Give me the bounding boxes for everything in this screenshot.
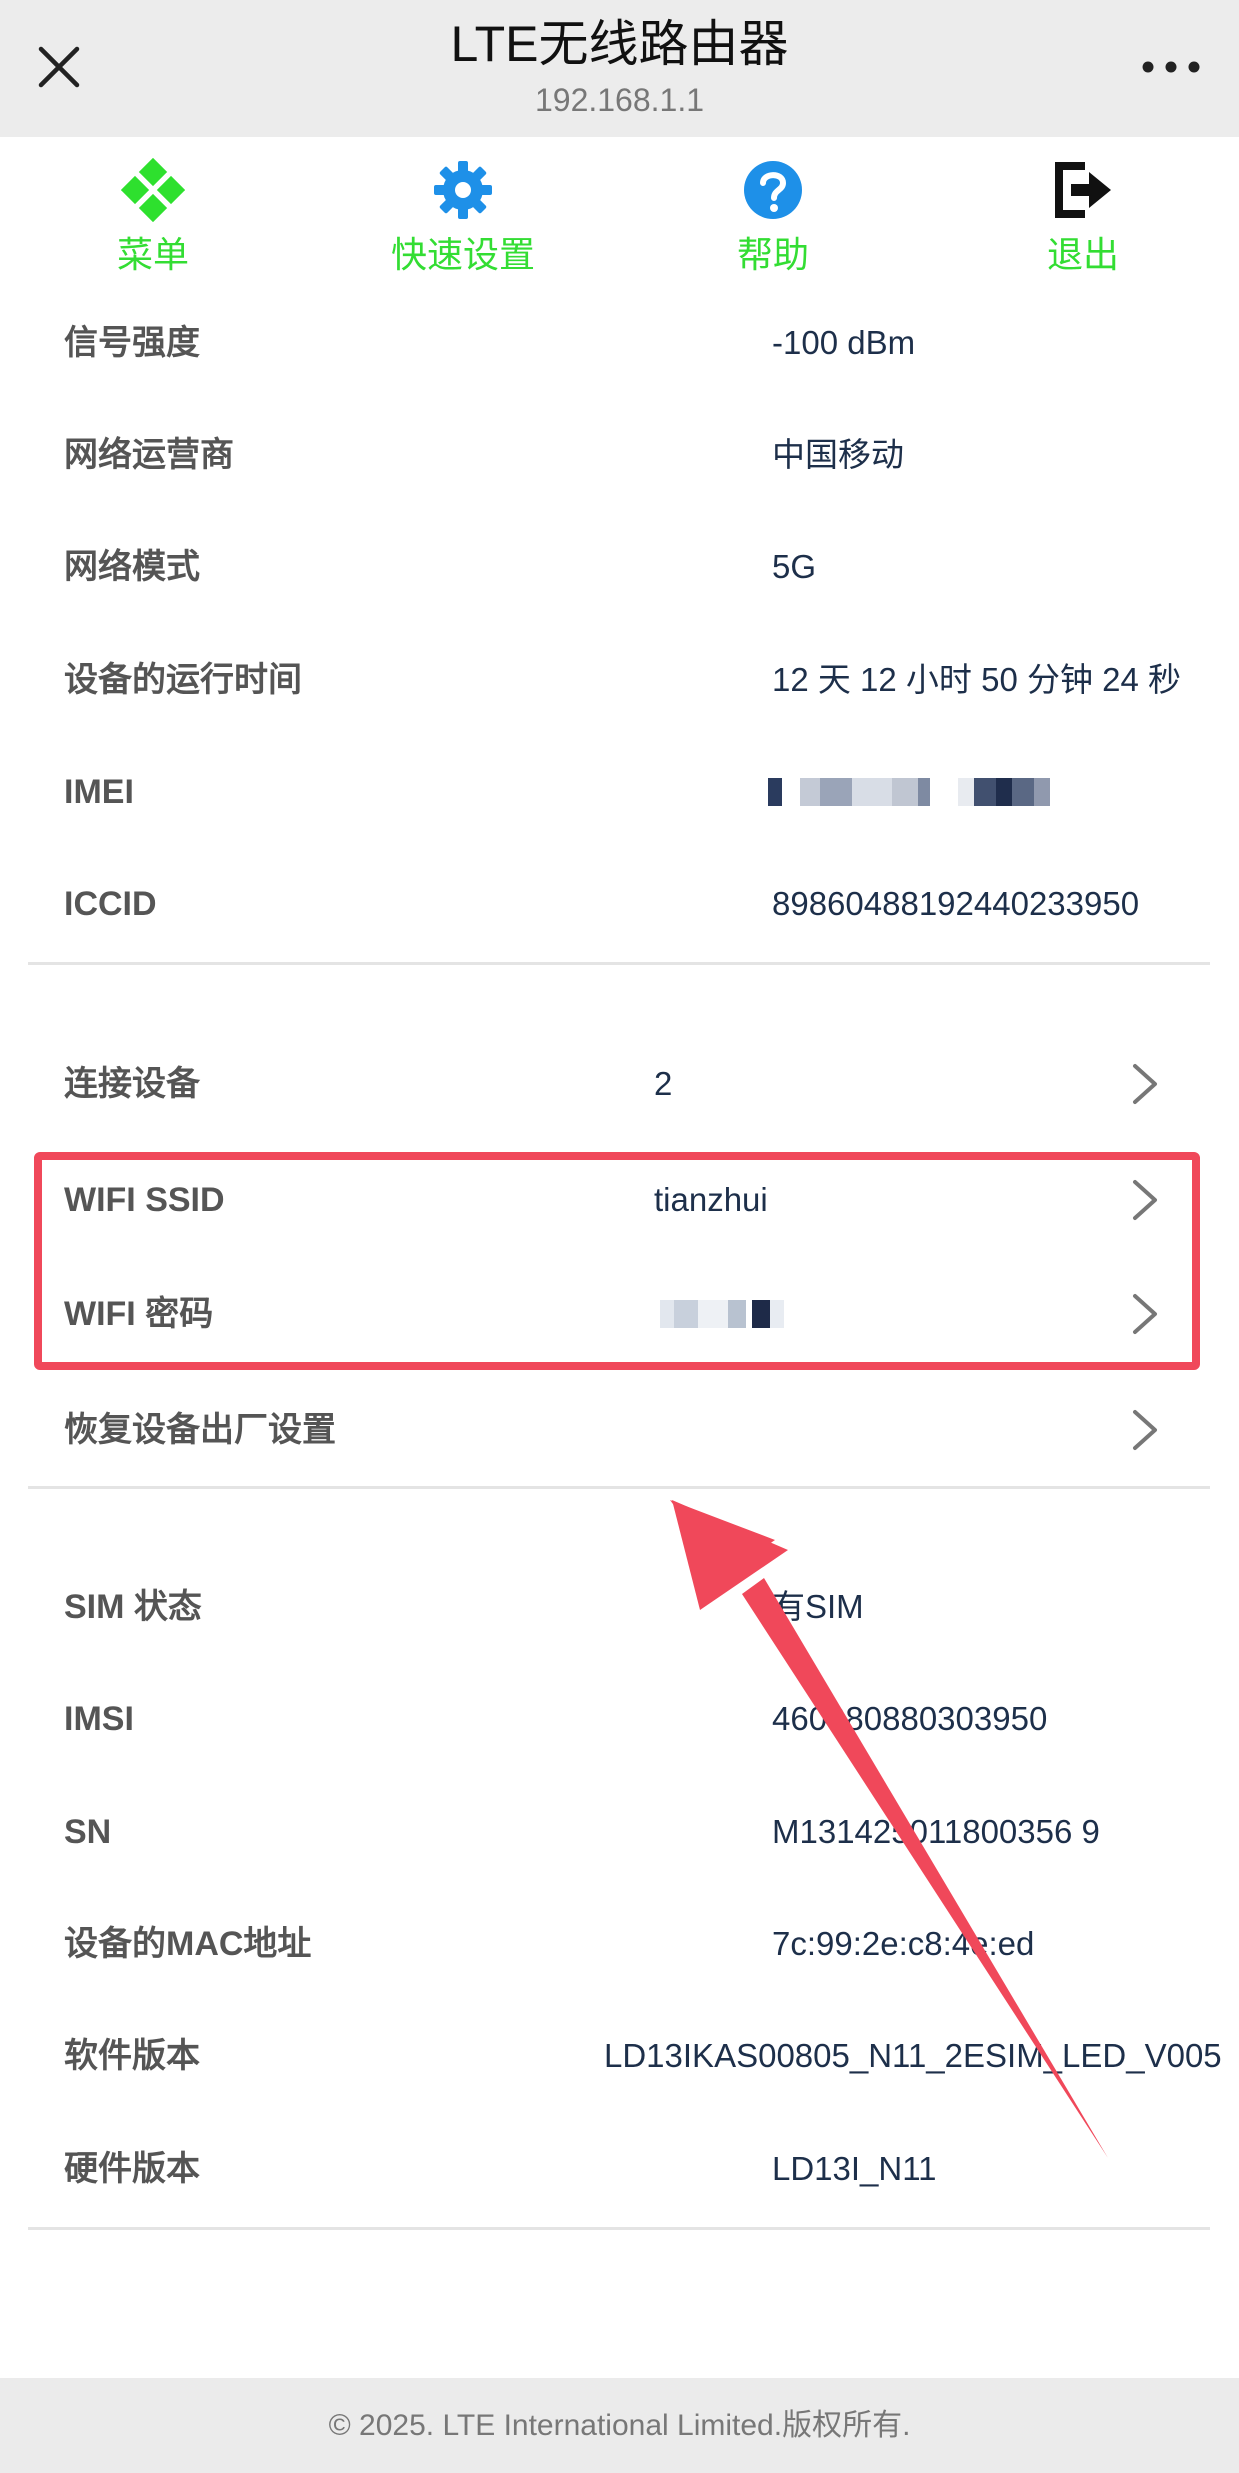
chevron-right-icon bbox=[1133, 1410, 1157, 1450]
imei-row: IMEI bbox=[0, 736, 1239, 848]
signal-label: 信号强度 bbox=[64, 324, 200, 362]
nav-logout-label: 退出 bbox=[1046, 234, 1119, 275]
nav-menu-label: 菜单 bbox=[116, 234, 189, 275]
imei-label: IMEI bbox=[64, 773, 134, 811]
section-divider bbox=[28, 1486, 1210, 1489]
nav-quick-setup-button[interactable]: 快速设置 bbox=[363, 155, 563, 277]
sim-status-value: 有SIM bbox=[772, 1588, 864, 1625]
connected-devices-row[interactable]: 连接设备 2 bbox=[0, 1028, 1239, 1140]
mac-label: 设备的MAC地址 bbox=[64, 1925, 312, 1963]
page-title: LTE无线路由器 bbox=[450, 16, 789, 72]
connected-devices-label: 连接设备 bbox=[64, 1065, 200, 1103]
nav-logout-button[interactable]: 退出 bbox=[983, 155, 1183, 277]
factory-reset-label: 恢复设备出厂设置 bbox=[64, 1411, 336, 1449]
operator-label: 网络运营商 bbox=[64, 436, 234, 474]
sim-status-row: SIM 状态 有SIM bbox=[0, 1551, 1239, 1663]
section-divider bbox=[28, 2227, 1210, 2230]
top-bar: LTE无线路由器 192.168.1.1 bbox=[0, 0, 1239, 137]
software-version-label: 软件版本 bbox=[64, 2037, 200, 2075]
page-url: 192.168.1.1 bbox=[534, 82, 705, 118]
sn-row: SN M131425011800356 9 bbox=[0, 1776, 1239, 1888]
chevron-right-icon bbox=[1133, 1064, 1157, 1104]
logout-icon bbox=[983, 155, 1183, 225]
uptime-label: 设备的运行时间 bbox=[64, 661, 302, 699]
mac-row: 设备的MAC地址 7c:99:2e:c8:4e:ed bbox=[0, 1888, 1239, 2000]
highlight-box bbox=[34, 1152, 1200, 1370]
operator-row: 网络运营商 中国移动 bbox=[0, 399, 1239, 511]
imsi-row: IMSI 460080880303950 bbox=[0, 1663, 1239, 1775]
uptime-value: 12 天 12 小时 50 分钟 24 秒 bbox=[772, 661, 1182, 698]
imsi-label: IMSI bbox=[64, 1700, 134, 1738]
help-icon bbox=[673, 155, 873, 225]
software-version-value: LD13IKAS00805_N11_2ESIM_LED_V005 bbox=[604, 2037, 1222, 2074]
nav-bar: 菜单 快速设置 帮助 退出 bbox=[0, 137, 1239, 287]
signal-value: -100 dBm bbox=[772, 324, 916, 361]
signal-row: 信号强度 -100 dBm bbox=[0, 287, 1239, 399]
nav-help-label: 帮助 bbox=[736, 234, 809, 275]
sn-label: SN bbox=[64, 1813, 112, 1851]
mac-value: 7c:99:2e:c8:4e:ed bbox=[772, 1925, 1035, 1962]
sn-value: M131425011800356 9 bbox=[772, 1813, 1100, 1850]
network-mode-label: 网络模式 bbox=[64, 548, 200, 586]
section-divider bbox=[28, 962, 1210, 965]
copyright-text: © 2025. LTE International Limited.版权所有. bbox=[328, 2409, 911, 2442]
software-version-row: 软件版本 LD13IKAS00805_N11_2ESIM_LED_V005 bbox=[0, 2000, 1239, 2112]
hardware-version-value: LD13I_N11 bbox=[772, 2150, 937, 2187]
nav-menu-button[interactable]: 菜单 bbox=[53, 155, 253, 277]
hardware-version-label: 硬件版本 bbox=[64, 2150, 200, 2188]
nav-quick-setup-label: 快速设置 bbox=[390, 234, 535, 275]
iccid-label: ICCID bbox=[64, 885, 157, 923]
factory-reset-row[interactable]: 恢复设备出厂设置 bbox=[0, 1374, 1239, 1486]
uptime-row: 设备的运行时间 12 天 12 小时 50 分钟 24 秒 bbox=[0, 624, 1239, 736]
connected-devices-value: 2 bbox=[654, 1065, 673, 1102]
more-options-icon[interactable] bbox=[1131, 36, 1211, 98]
nav-help-button[interactable]: 帮助 bbox=[673, 155, 873, 277]
iccid-value: 89860488192440233950 bbox=[772, 885, 1140, 922]
sim-status-label: SIM 状态 bbox=[64, 1588, 202, 1626]
hardware-version-row: 硬件版本 LD13I_N11 bbox=[0, 2113, 1239, 2225]
footer: © 2025. LTE International Limited.版权所有. bbox=[0, 2378, 1239, 2473]
network-mode-value: 5G bbox=[772, 548, 817, 585]
imsi-value: 460080880303950 bbox=[772, 1700, 1048, 1737]
gear-icon bbox=[363, 155, 563, 225]
network-mode-row: 网络模式 5G bbox=[0, 511, 1239, 623]
diamond-grid-icon bbox=[53, 155, 253, 225]
iccid-row: ICCID 89860488192440233950 bbox=[0, 848, 1239, 960]
operator-value: 中国移动 bbox=[772, 436, 904, 473]
